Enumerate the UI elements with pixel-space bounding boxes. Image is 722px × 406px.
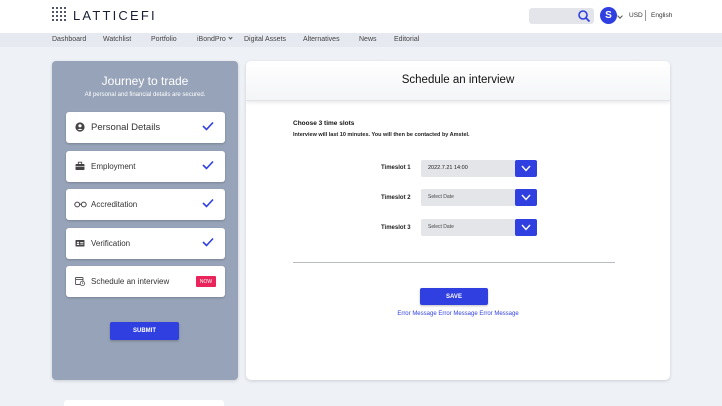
chevron-down-icon: [521, 224, 531, 231]
interview-note: Interview will last 10 minutes. You will…: [293, 132, 470, 138]
page-title: Schedule an interview: [401, 74, 515, 86]
next-card-edge: [64, 400, 224, 406]
top-header: LATTICEFI S USD English: [0, 0, 722, 33]
journey-subtitle: All personal and financial details are s…: [84, 92, 206, 98]
timeslot-3-dropdown-button[interactable]: [515, 219, 537, 236]
glasses-icon: [74, 201, 87, 208]
brand-name: LATTICEFI: [73, 7, 157, 23]
briefcase-icon: [75, 161, 85, 170]
nav-item-digital-assets[interactable]: Digital Assets: [244, 36, 286, 43]
step-verification[interactable]: Verification: [66, 228, 225, 259]
checkmark-icon: [202, 160, 214, 170]
timeslot-2-value: Select Date: [428, 194, 454, 200]
timeslot-2-label: Timeslot 2: [381, 195, 411, 201]
timeslot-2-select[interactable]: Select Date: [421, 189, 537, 206]
nav-item-alternatives[interactable]: Alternatives: [303, 36, 340, 43]
timeslot-1-value: 2022.7.21 14:00: [428, 165, 468, 171]
nav-item-news[interactable]: News: [359, 36, 377, 43]
nav-item-dashboard[interactable]: Dashboard: [52, 36, 86, 43]
logo-mark-icon: [52, 7, 68, 23]
main-nav: Dashboard Watchlist Portfolio iBondPro D…: [0, 33, 722, 47]
checkmark-icon: [202, 121, 214, 131]
error-message: Error Message Error Message Error Messag…: [397, 311, 519, 317]
chevron-down-icon: [228, 35, 233, 40]
submit-button[interactable]: SUBMIT: [110, 322, 179, 340]
now-badge: NOW: [196, 276, 216, 287]
checkmark-icon: [202, 237, 214, 247]
journey-panel: Journey to trade All personal and financ…: [52, 61, 238, 380]
checkmark-icon: [202, 198, 214, 208]
step-label: Schedule an interview: [91, 277, 170, 286]
chevron-down-icon[interactable]: [617, 13, 623, 19]
journey-title: Journey to trade: [101, 74, 189, 88]
step-schedule-interview[interactable]: Schedule an interview NOW: [66, 266, 225, 297]
search-icon[interactable]: [577, 9, 591, 23]
save-button[interactable]: SAVE: [420, 288, 488, 305]
nav-item-ibondpro-label: iBondPro: [197, 36, 226, 43]
avatar[interactable]: S: [600, 7, 617, 24]
step-label: Verification: [91, 239, 131, 248]
step-label: Accreditation: [91, 200, 138, 209]
header-divider: [645, 10, 646, 21]
panel-header: Schedule an interview: [246, 61, 670, 101]
nav-item-watchlist[interactable]: Watchlist: [103, 36, 131, 43]
chevron-down-icon: [521, 194, 531, 201]
language-selector[interactable]: English: [651, 12, 672, 19]
timeslot-3-label: Timeslot 3: [381, 225, 411, 231]
nav-item-editorial[interactable]: Editorial: [394, 36, 419, 43]
chevron-down-icon: [521, 165, 531, 172]
search-input[interactable]: [529, 8, 594, 24]
timeslot-2-dropdown-button[interactable]: [515, 189, 537, 206]
step-accreditation[interactable]: Accreditation: [66, 189, 225, 220]
nav-item-portfolio[interactable]: Portfolio: [151, 36, 177, 43]
nav-item-ibondpro[interactable]: iBondPro: [197, 35, 233, 43]
step-label: Personal Details: [91, 122, 161, 133]
timeslot-3-select[interactable]: Select Date: [421, 219, 537, 236]
section-divider: [293, 262, 615, 263]
currency-selector[interactable]: USD: [629, 12, 643, 19]
step-label: Employment: [91, 162, 136, 171]
step-personal-details[interactable]: Personal Details: [66, 112, 225, 143]
schedule-interview-panel: Schedule an interview Choose 3 time slot…: [246, 61, 670, 380]
timeslot-3-value: Select Date: [428, 224, 454, 230]
brand-logo[interactable]: LATTICEFI: [52, 7, 157, 23]
timeslot-1-dropdown-button[interactable]: [515, 160, 537, 177]
user-circle-icon: [75, 122, 85, 132]
choose-slots-heading: Choose 3 time slots: [293, 120, 355, 127]
step-employment[interactable]: Employment: [66, 151, 225, 182]
id-card-icon: [75, 240, 85, 247]
timeslot-1-select[interactable]: 2022.7.21 14:00: [421, 160, 537, 177]
timeslot-1-label: Timeslot 1: [381, 165, 411, 171]
calendar-clock-icon: [75, 277, 85, 286]
